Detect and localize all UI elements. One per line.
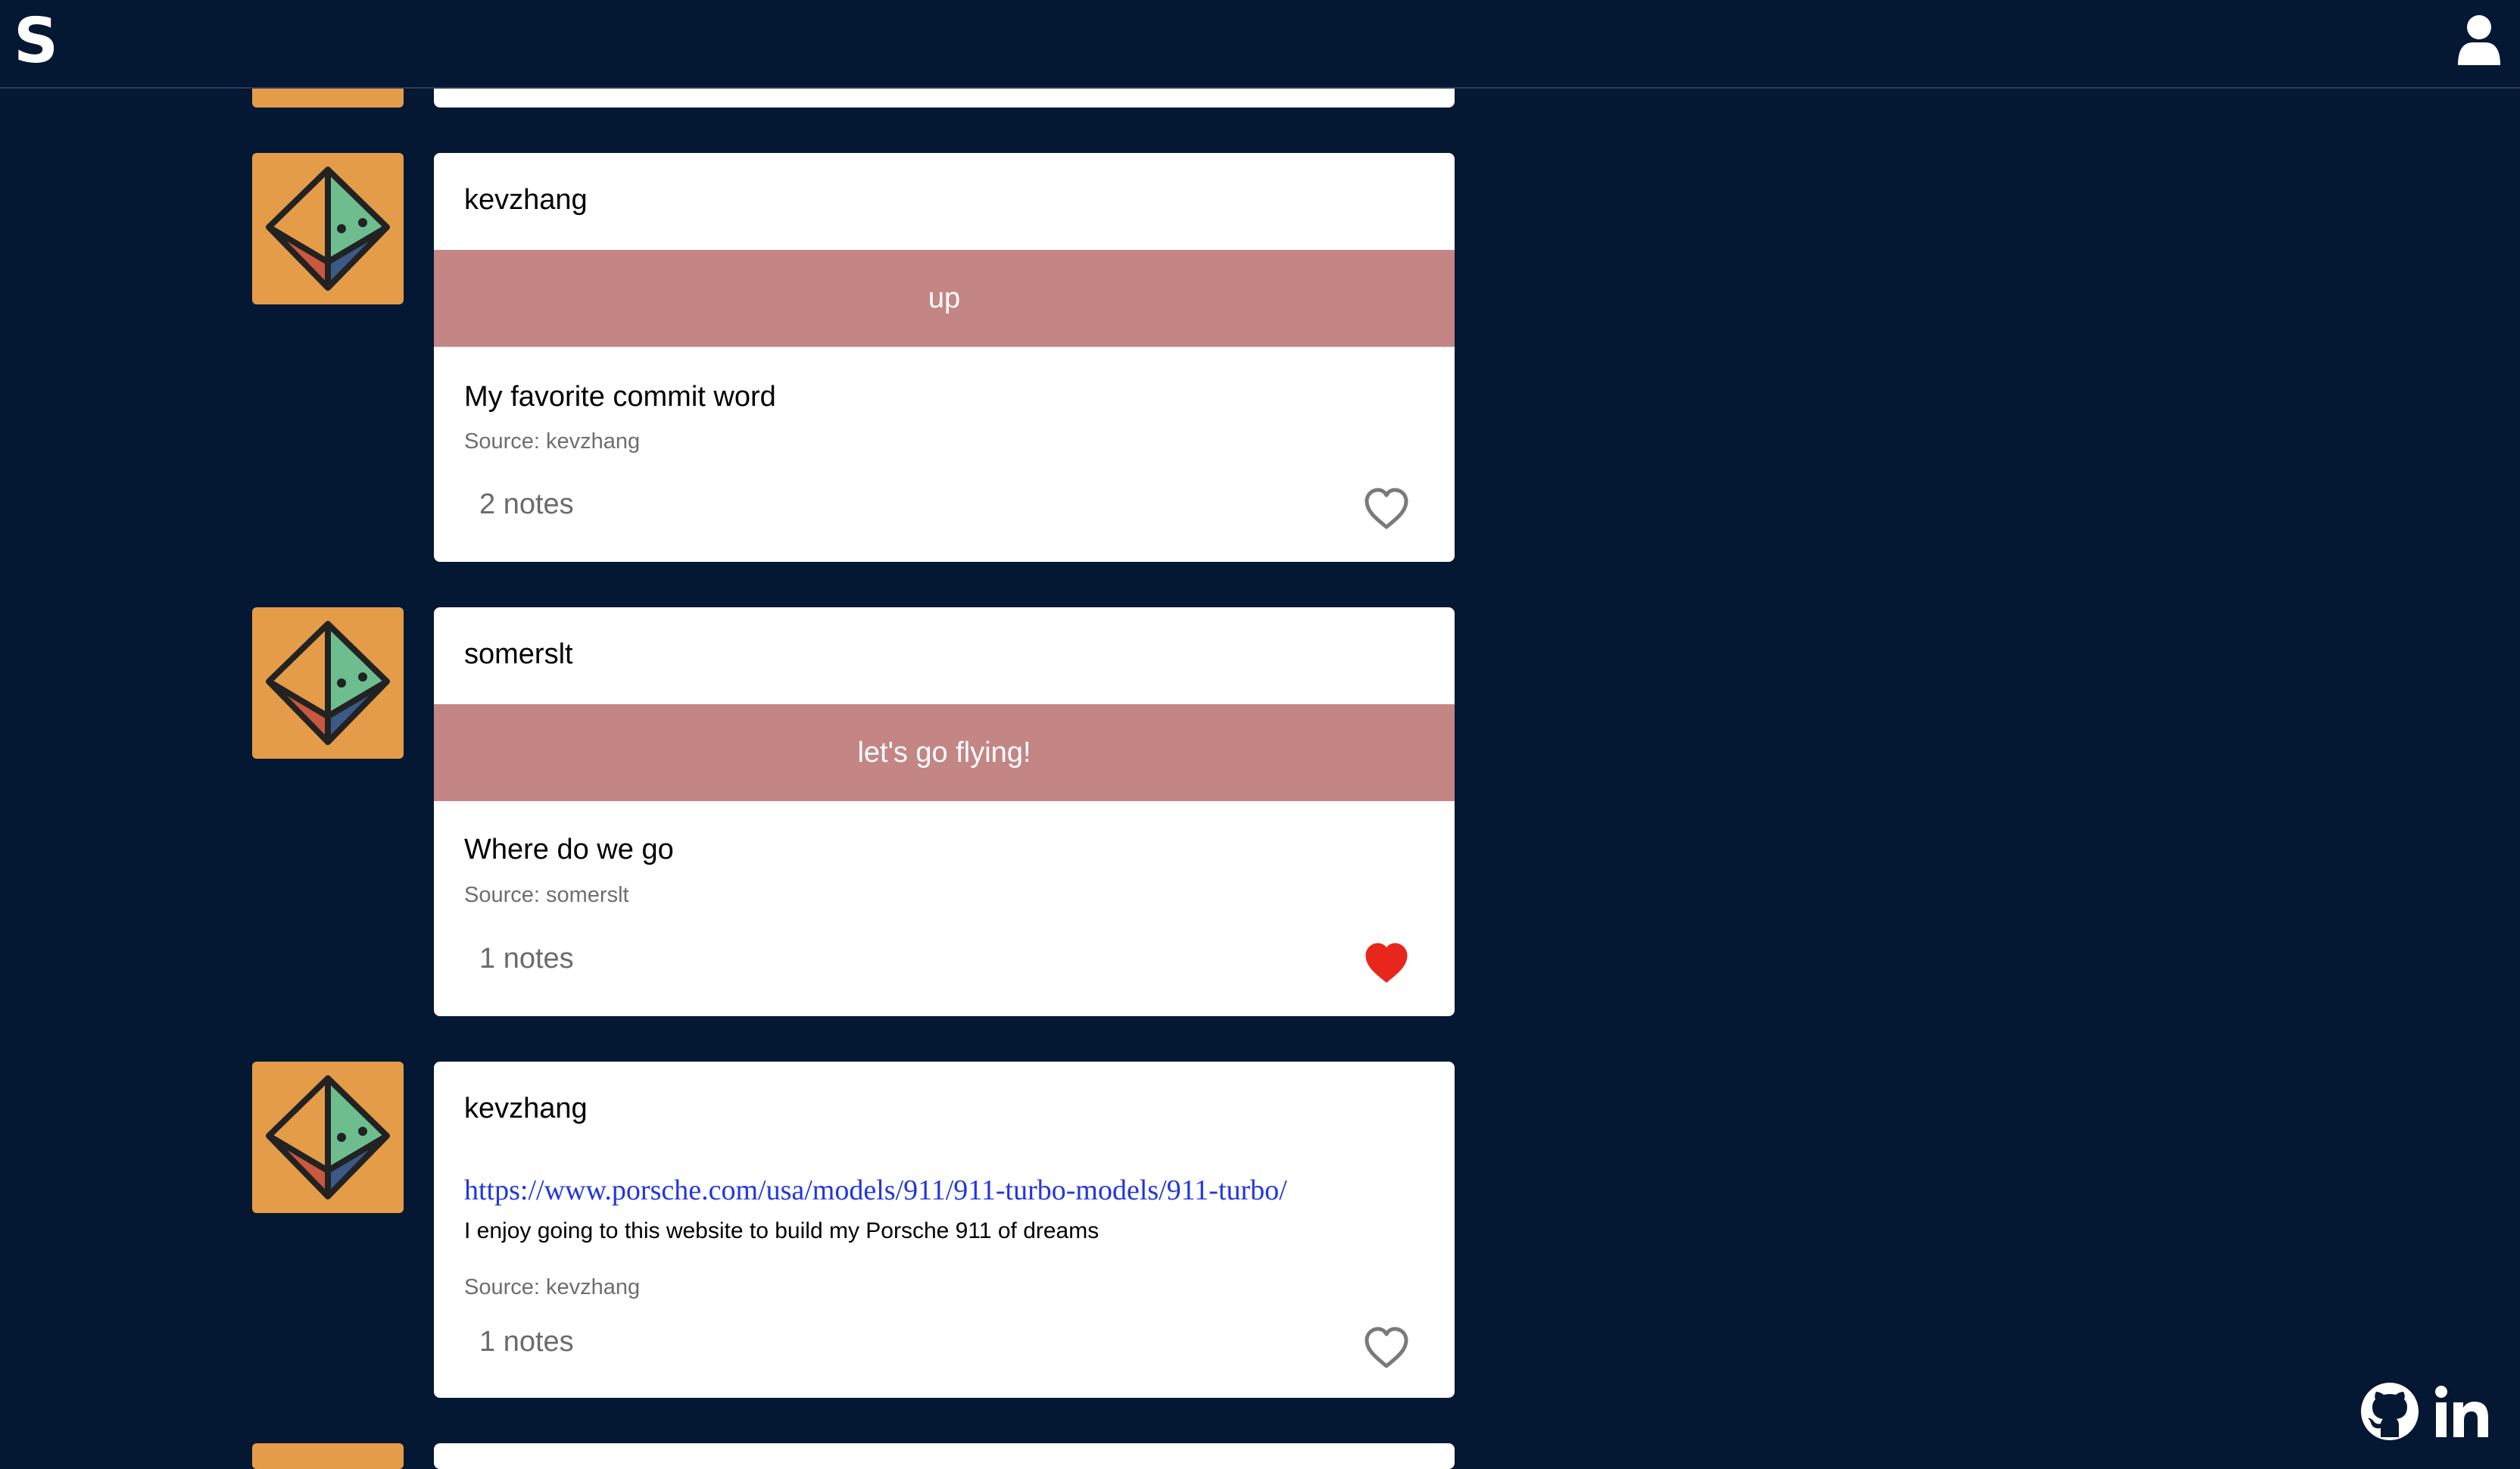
github-icon[interactable] <box>2359 1381 2420 1442</box>
avatar-octahedron-icon <box>266 621 390 745</box>
avatar[interactable] <box>252 153 404 304</box>
post-banner: let's go flying! <box>434 704 1455 801</box>
post-source: Source: somerslt <box>464 883 629 907</box>
like-heart-icon[interactable] <box>1362 1325 1411 1371</box>
post-card: kevzhang up My favorite commit word Sour… <box>434 153 1455 562</box>
liked-heart-icon[interactable] <box>1362 940 1411 986</box>
linkedin-icon[interactable] <box>2432 1381 2493 1442</box>
post-link[interactable]: https://www.porsche.com/usa/models/911/9… <box>464 1172 1287 1209</box>
post-description: I enjoy going to this website to build m… <box>464 1218 1099 1243</box>
social-links <box>2359 1381 2493 1442</box>
post-notes-count[interactable]: 2 notes <box>479 486 574 522</box>
avatar[interactable] <box>252 607 404 759</box>
user-icon[interactable] <box>2456 14 2502 67</box>
post-card: kevzhang https://www.porsche.com/usa/mod… <box>434 1062 1455 1398</box>
avatar-octahedron-icon <box>266 1075 390 1199</box>
post-notes-count[interactable]: 1 notes <box>479 940 574 977</box>
avatar-octahedron-icon <box>266 167 390 291</box>
top-nav-bar: S <box>0 0 2520 89</box>
post-title: My favorite commit word <box>464 381 776 413</box>
avatar[interactable] <box>252 1443 404 1469</box>
like-heart-icon[interactable] <box>1362 486 1411 532</box>
post-username[interactable]: kevzhang <box>464 1090 588 1127</box>
post-notes-count[interactable]: 1 notes <box>479 1324 574 1360</box>
post-card: somerslt let's go flying! Where do we go… <box>434 607 1455 1016</box>
post-card-partial-bottom <box>434 1443 1455 1469</box>
post-source: Source: kevzhang <box>464 1275 641 1299</box>
avatar[interactable] <box>252 1062 404 1213</box>
post-username[interactable]: kevzhang <box>464 182 588 218</box>
logo-button[interactable]: S <box>14 8 58 76</box>
post-username[interactable]: somerslt <box>464 636 573 672</box>
post-banner: up <box>434 250 1455 347</box>
post-title: Where do we go <box>464 834 674 865</box>
post-source: Source: kevzhang <box>464 429 641 454</box>
